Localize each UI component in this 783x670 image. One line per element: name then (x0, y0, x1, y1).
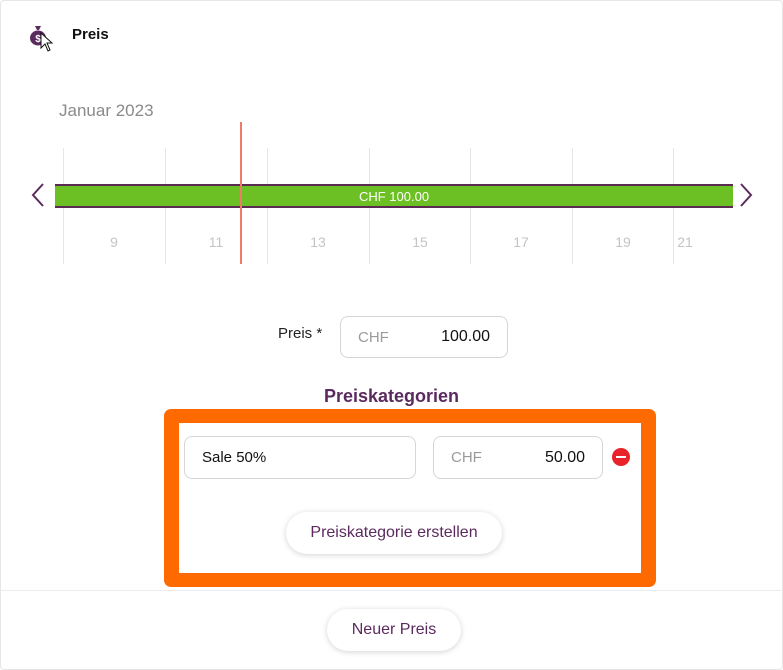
timeline-day-label: 11 (208, 234, 224, 250)
create-price-category-button[interactable]: Preiskategorie erstellen (286, 512, 502, 554)
price-timeline[interactable]: CHF 100.00 9 11 13 15 17 19 21 (0, 120, 783, 270)
timeline-day-label: 17 (513, 234, 529, 250)
category-price-input[interactable]: CHF 50.00 (433, 436, 603, 479)
timeline-day-label: 21 (677, 234, 693, 250)
chevron-right-icon[interactable] (739, 182, 753, 208)
timeline-day-label: 13 (310, 234, 326, 250)
page-title: Preis (72, 26, 109, 43)
timeline-month-label: Januar 2023 (59, 101, 154, 120)
category-price-currency: CHF (451, 449, 482, 466)
price-value: 100.00 (441, 328, 490, 345)
mouse-cursor-icon (40, 32, 54, 52)
price-field-label: Preis * (278, 325, 323, 342)
price-input[interactable]: CHF 100.00 (340, 316, 508, 358)
chevron-left-icon[interactable] (31, 182, 45, 208)
remove-category-icon[interactable] (612, 448, 630, 466)
new-price-button[interactable]: Neuer Preis (327, 609, 461, 651)
footer-divider (0, 590, 783, 591)
timeline-day-label: 19 (615, 234, 631, 250)
today-marker-line (240, 122, 242, 264)
category-name-input[interactable]: Sale 50% (184, 436, 416, 479)
timeline-day-label: 9 (110, 234, 118, 250)
price-period-bar[interactable]: CHF 100.00 (55, 184, 733, 208)
timeline-day-label: 15 (412, 234, 428, 250)
price-categories-heading: Preiskategorien (323, 386, 460, 406)
category-price-value: 50.00 (544, 448, 585, 466)
price-currency: CHF (358, 328, 389, 346)
